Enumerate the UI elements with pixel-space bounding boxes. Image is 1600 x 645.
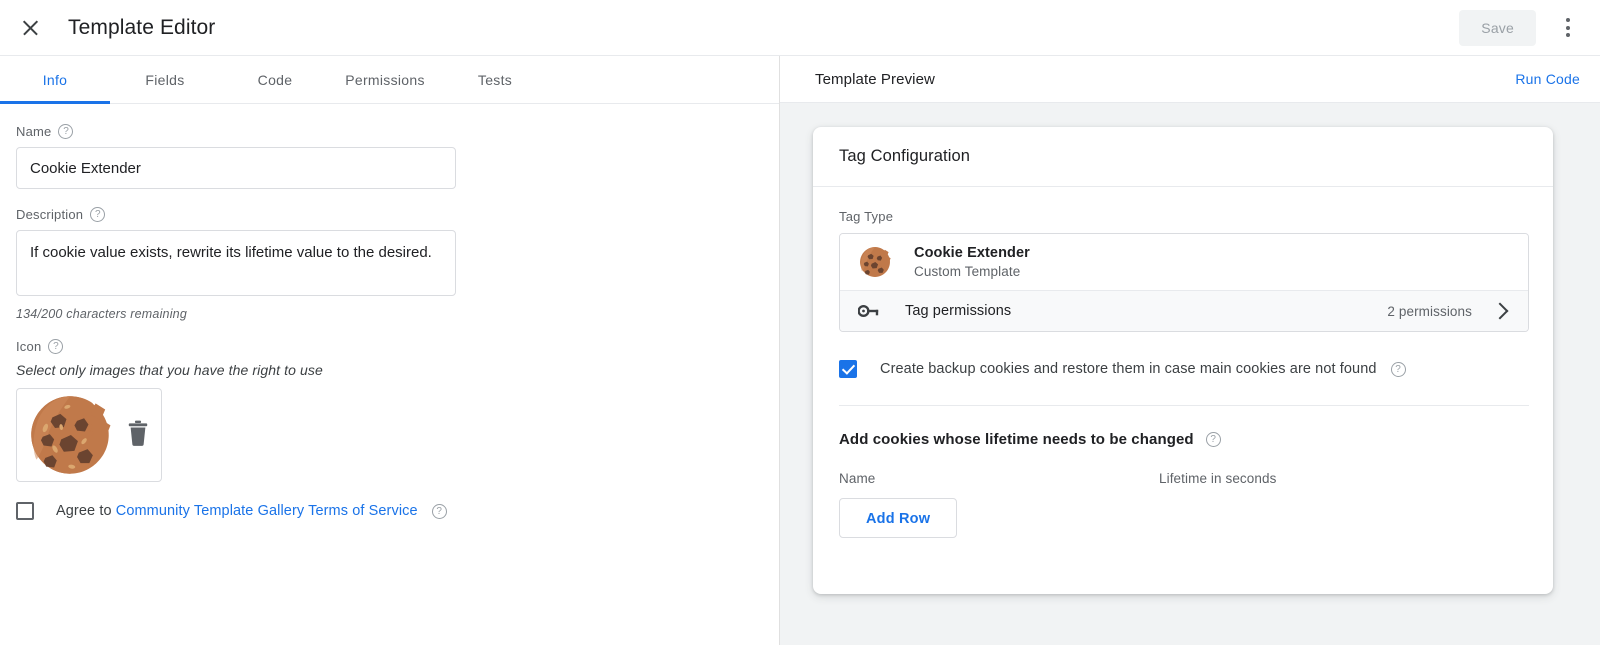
top-app-bar: Template Editor Save xyxy=(0,0,1600,55)
agree-checkbox[interactable] xyxy=(16,502,34,520)
tag-configuration-card: Tag Configuration Tag Type Cookie Extend… xyxy=(813,127,1553,594)
close-icon xyxy=(21,18,40,37)
tag-permissions-row[interactable]: Tag permissions 2 permissions xyxy=(840,290,1528,331)
chevron-right-icon xyxy=(1491,302,1509,320)
page-title: Template Editor xyxy=(68,15,216,39)
backup-cookies-row: Create backup cookies and restore them i… xyxy=(839,360,1529,406)
tab-label: Permissions xyxy=(345,71,425,88)
backup-cookies-label: Create backup cookies and restore them i… xyxy=(880,361,1377,377)
icon-preview-row xyxy=(16,388,763,482)
tab-label: Tests xyxy=(477,71,513,88)
icon-preview-box xyxy=(16,388,162,482)
preview-header: Template Preview Run Code xyxy=(780,56,1600,103)
tab-tests[interactable]: Tests xyxy=(440,56,550,103)
tab-label: Fields xyxy=(145,71,185,88)
agree-prefix: Agree to xyxy=(56,503,116,519)
add-row-button[interactable]: Add Row xyxy=(839,498,958,538)
template-editor-app: Template Editor Save Info Fields Code Pe… xyxy=(0,0,1600,645)
tag-type-row[interactable]: Cookie Extender Custom Template xyxy=(840,234,1528,290)
tag-type-box: Cookie Extender Custom Template Tag perm… xyxy=(839,233,1529,332)
icon-label-row: Icon ? xyxy=(16,339,763,354)
template-preview-pane: Template Preview Run Code Tag Configurat… xyxy=(780,56,1600,645)
description-label: Description xyxy=(16,207,84,222)
help-icon[interactable]: ? xyxy=(48,339,64,354)
cookies-section-title: Add cookies whose lifetime needs to be c… xyxy=(839,431,1194,448)
more-options-button[interactable] xyxy=(1548,8,1588,48)
name-label: Name xyxy=(16,124,52,139)
cookies-section-title-row: Add cookies whose lifetime needs to be c… xyxy=(839,431,1529,448)
help-icon[interactable]: ? xyxy=(90,207,106,222)
tab-code[interactable]: Code xyxy=(220,56,330,103)
run-code-button[interactable]: Run Code xyxy=(1515,71,1580,87)
info-form: Name ? Description ? 134/200 characters … xyxy=(0,104,779,645)
kebab-dot xyxy=(1566,32,1570,37)
name-field-group: Name ? xyxy=(16,124,763,189)
tab-label: Info xyxy=(42,71,68,88)
description-textarea[interactable] xyxy=(16,230,456,296)
cookie-icon xyxy=(31,396,111,474)
backup-cookies-checkbox[interactable] xyxy=(839,360,857,378)
agree-text: Agree to Community Template Gallery Term… xyxy=(56,503,418,519)
delete-icon-button[interactable] xyxy=(125,419,155,451)
tab-label: Code xyxy=(257,71,293,88)
help-icon[interactable]: ? xyxy=(1390,361,1406,377)
tag-permissions-count: 2 permissions xyxy=(1387,303,1472,319)
tag-type-name: Cookie Extender xyxy=(914,245,1030,261)
tab-info[interactable]: Info xyxy=(0,56,110,104)
icon-label: Icon xyxy=(16,339,42,354)
card-title: Tag Configuration xyxy=(813,127,1553,187)
save-button[interactable]: Save xyxy=(1459,9,1536,46)
terms-of-service-link[interactable]: Community Template Gallery Terms of Serv… xyxy=(116,503,418,519)
help-icon[interactable]: ? xyxy=(431,503,447,519)
kebab-dot xyxy=(1566,18,1570,23)
trash-icon xyxy=(128,420,148,446)
icon-hint: Select only images that you have the rig… xyxy=(16,362,323,378)
key-icon xyxy=(858,304,879,318)
tag-permissions-label: Tag permissions xyxy=(905,303,1012,319)
tab-fields[interactable]: Fields xyxy=(110,56,220,103)
editor-split: Info Fields Code Permissions Tests Name … xyxy=(0,55,1600,645)
tag-type-subtitle: Custom Template xyxy=(914,264,1021,279)
name-label-row: Name ? xyxy=(16,124,763,139)
description-label-row: Description ? xyxy=(16,207,763,222)
tag-type-texts: Cookie Extender Custom Template xyxy=(914,245,1030,279)
icon-field-group: Icon ? Select only images that you have … xyxy=(16,339,763,482)
help-icon[interactable]: ? xyxy=(1205,432,1221,447)
editor-tabs: Info Fields Code Permissions Tests xyxy=(0,56,779,104)
preview-title: Template Preview xyxy=(815,70,935,88)
description-field-group: Description ? 134/200 characters remaini… xyxy=(16,207,763,321)
tag-type-label: Tag Type xyxy=(839,209,894,224)
name-input[interactable] xyxy=(16,147,456,189)
tab-permissions[interactable]: Permissions xyxy=(330,56,440,103)
cookie-icon xyxy=(860,247,891,277)
editor-left-pane: Info Fields Code Permissions Tests Name … xyxy=(0,56,780,645)
cookies-table-header: Name Lifetime in seconds xyxy=(839,471,1529,486)
column-header-name: Name xyxy=(839,471,876,486)
character-counter: 134/200 characters remaining xyxy=(16,307,187,321)
preview-body: Tag Configuration Tag Type Cookie Extend… xyxy=(780,103,1600,645)
kebab-dot xyxy=(1566,25,1570,30)
top-bar-actions: Save xyxy=(1459,8,1600,48)
column-header-lifetime: Lifetime in seconds xyxy=(1159,471,1277,486)
card-content: Tag Type Cookie Extender Custom Template… xyxy=(813,187,1553,594)
terms-agreement-row: Agree to Community Template Gallery Term… xyxy=(16,502,763,520)
help-icon[interactable]: ? xyxy=(58,124,74,139)
close-button[interactable] xyxy=(10,8,50,48)
